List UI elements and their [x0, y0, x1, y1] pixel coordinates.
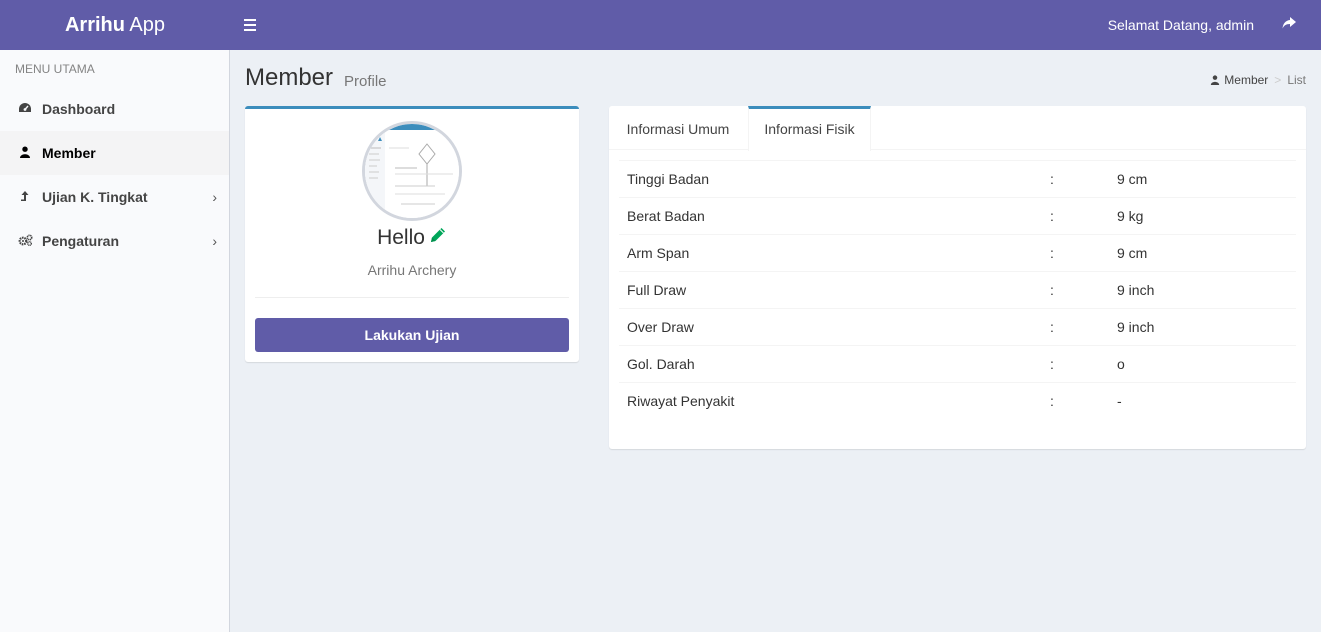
page-title: Member	[245, 64, 334, 91]
top-navbar: Arrihu App Selamat Datang, admin	[0, 0, 1321, 50]
table-row: Gol. Darah: o	[619, 345, 1296, 383]
chevron-right-icon: ›	[212, 189, 217, 205]
logout-share-icon[interactable]	[1281, 15, 1301, 35]
row-separator: :	[1042, 271, 1109, 309]
row-label: Berat Badan	[619, 197, 1042, 235]
row-label: Tinggi Badan	[619, 160, 1042, 198]
gears-icon	[18, 220, 33, 264]
row-separator: :	[1042, 382, 1109, 420]
sidebar-item-label: Ujian K. Tingkat	[42, 189, 148, 205]
row-label: Over Draw	[619, 308, 1042, 346]
row-separator: :	[1042, 160, 1109, 198]
sidebar-item-pengaturan[interactable]: Pengaturan ›	[0, 219, 229, 263]
breadcrumb-current: List	[1287, 73, 1306, 87]
app-logo[interactable]: Arrihu App	[0, 0, 230, 50]
lakukan-ujian-button[interactable]: Lakukan Ujian	[255, 318, 569, 352]
avatar	[362, 121, 462, 221]
tabs-nav: Informasi Umum Informasi Fisik	[609, 106, 1306, 151]
row-value: 9 kg	[1109, 197, 1296, 235]
table-row: Full Draw:9 inch	[619, 271, 1296, 309]
sidebar-item-ujian-k-tingkat[interactable]: Ujian K. Tingkat ›	[0, 175, 229, 219]
profile-greeting-text: Hello	[377, 226, 425, 249]
sidebar-item-member[interactable]: Member	[0, 131, 229, 175]
chevron-right-icon: ›	[212, 233, 217, 249]
row-label: Gol. Darah	[619, 345, 1042, 383]
sidebar-toggle-icon[interactable]	[244, 16, 258, 32]
row-label: Full Draw	[619, 271, 1042, 309]
table-row: Arm Span:9 cm	[619, 234, 1296, 272]
table-row: Tinggi Badan:9 cm	[619, 160, 1296, 198]
profile-card: Hello Arrihu Archery Lakukan Ujian	[245, 106, 579, 362]
row-separator: :	[1042, 197, 1109, 235]
breadcrumb-link-member[interactable]: Member	[1224, 73, 1268, 87]
tab-informasi-fisik[interactable]: Informasi Fisik	[748, 106, 871, 151]
sidebar-item-dashboard[interactable]: Dashboard	[0, 87, 229, 131]
breadcrumb-separator: >	[1274, 73, 1282, 87]
table-row: Over Draw:9 inch	[619, 308, 1296, 346]
table-row: Riwayat Penyakit: -	[619, 382, 1296, 420]
dashboard-icon	[18, 88, 32, 132]
level-up-icon	[18, 176, 32, 220]
row-separator: :	[1042, 234, 1109, 272]
physical-info-table: Tinggi Badan:9 cm Berat Badan:9 kg Arm S…	[619, 160, 1296, 420]
info-tabs-card: Informasi Umum Informasi Fisik Tinggi Ba…	[609, 106, 1306, 449]
sidebar-item-label: Pengaturan	[42, 233, 120, 249]
tab-informasi-umum[interactable]: Informasi Umum	[609, 106, 747, 150]
table-row: Berat Badan:9 kg	[619, 197, 1296, 235]
welcome-text: Selamat Datang, admin	[1107, 17, 1254, 33]
sidebar-item-label: Dashboard	[42, 101, 116, 117]
row-separator: :	[1042, 345, 1109, 383]
row-separator: :	[1042, 308, 1109, 346]
pencil-icon[interactable]	[429, 226, 447, 250]
row-value: 9 inch	[1109, 308, 1296, 346]
user-icon	[18, 132, 32, 176]
row-value: o	[1109, 345, 1296, 383]
logo-bold-text: Arrihu	[64, 14, 125, 36]
row-value: 9 inch	[1109, 271, 1296, 309]
breadcrumb: Member > List	[1210, 73, 1306, 87]
row-value: -	[1109, 382, 1296, 420]
row-value: 9 cm	[1109, 234, 1296, 272]
sidebar: MENU UTAMA Dashboard Member Ujian K. Tin…	[0, 50, 230, 632]
profile-organization: Arrihu Archery	[367, 262, 457, 278]
sidebar-item-label: Member	[42, 145, 96, 161]
row-label: Arm Span	[619, 234, 1042, 272]
user-icon	[1210, 73, 1224, 87]
menu-header: MENU UTAMA	[15, 62, 95, 76]
divider	[255, 297, 569, 298]
profile-greeting: Hello	[245, 226, 579, 250]
row-label: Riwayat Penyakit	[619, 382, 1042, 420]
page-subtitle: Profile	[344, 73, 387, 90]
logo-light-text: App	[124, 14, 166, 36]
row-value: 9 cm	[1109, 160, 1296, 198]
